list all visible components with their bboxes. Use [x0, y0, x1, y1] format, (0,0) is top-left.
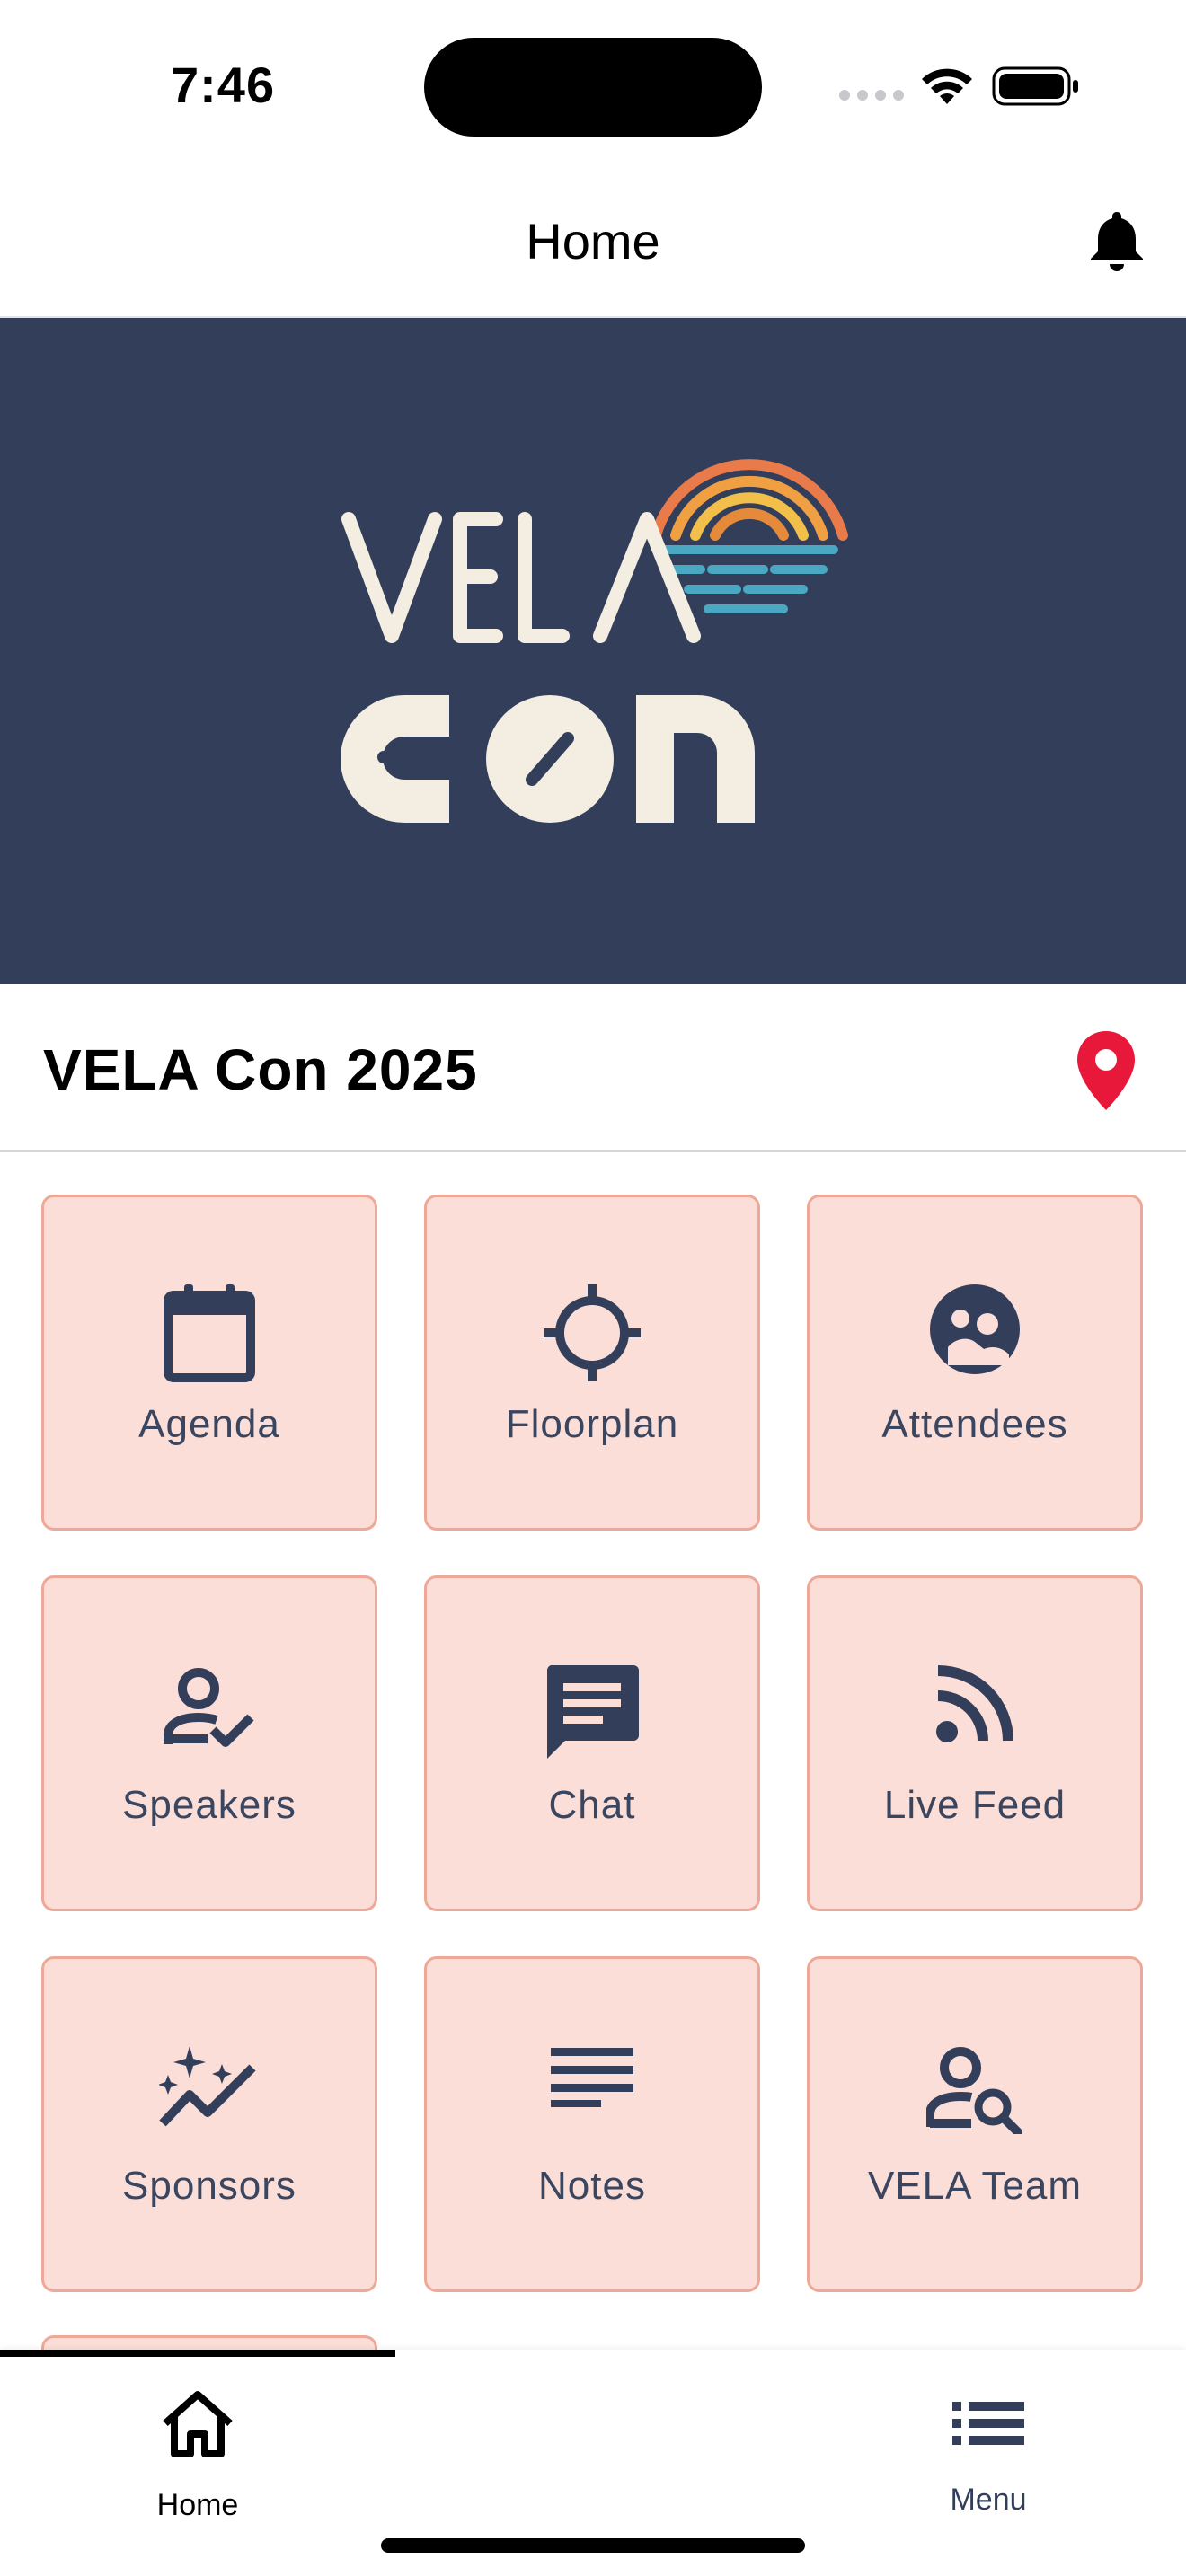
- status-bar: 7:46: [0, 0, 1186, 171]
- tile-label: Attendees: [881, 1402, 1068, 1446]
- location-pin-icon[interactable]: [1075, 1029, 1137, 1112]
- tile-floorplan[interactable]: Floorplan: [424, 1195, 760, 1531]
- tab-label: Menu: [950, 2483, 1027, 2517]
- tile-label: VELA Team: [867, 2164, 1083, 2208]
- tile-label: Sponsors: [122, 2164, 296, 2208]
- event-header: VELA Con 2025: [0, 984, 1186, 1152]
- tile-label: Notes: [538, 2164, 646, 2208]
- list-icon: [952, 2402, 1024, 2445]
- tile-label: Speakers: [122, 1783, 296, 1827]
- tab-menu[interactable]: Menu: [791, 2350, 1186, 2538]
- tile-label: Chat: [548, 1783, 636, 1827]
- tile-vela-team[interactable]: VELA Team: [807, 1956, 1143, 2292]
- bell-icon[interactable]: [1087, 208, 1146, 273]
- person-search-icon: [926, 2047, 1022, 2134]
- status-time: 7:46: [171, 57, 276, 113]
- tile-attendees[interactable]: Attendees: [807, 1195, 1143, 1531]
- home-indicator[interactable]: [381, 2538, 805, 2553]
- tile-notes[interactable]: Notes: [424, 1956, 760, 2292]
- chat-icon: [546, 1665, 639, 1759]
- tile-sponsors[interactable]: Sponsors: [41, 1956, 377, 2292]
- event-title: VELA Con 2025: [43, 1037, 478, 1102]
- page-title: Home: [526, 213, 660, 269]
- face-icon: [930, 1284, 1020, 1374]
- tile-label: Agenda: [138, 1402, 280, 1446]
- tile-label: Floorplan: [505, 1402, 679, 1446]
- nav-header: Home: [0, 171, 1186, 318]
- tile-agenda[interactable]: Agenda: [41, 1195, 377, 1531]
- event-banner: [0, 318, 1186, 984]
- tile-speakers[interactable]: Speakers: [41, 1575, 377, 1911]
- person-check-icon: [164, 1668, 254, 1747]
- home-icon: [163, 2391, 233, 2457]
- tile-chat[interactable]: Chat: [424, 1575, 760, 1911]
- calendar-icon: [164, 1284, 255, 1382]
- signal-icon: [839, 90, 904, 101]
- tile-live-feed[interactable]: Live Feed: [807, 1575, 1143, 1911]
- tile-label: Live Feed: [883, 1783, 1067, 1827]
- battery-icon: [992, 66, 1078, 106]
- tab-home[interactable]: Home: [0, 2350, 395, 2538]
- sparkle-trend-icon: [159, 2046, 256, 2127]
- app-screen: 7:46 Home VELA Con 2025 Agenda Floorplan…: [0, 0, 1186, 2576]
- tab-label: Home: [156, 2488, 239, 2522]
- rss-icon: [936, 1665, 1013, 1742]
- dynamic-island: [424, 38, 762, 137]
- crosshair-icon: [544, 1284, 641, 1381]
- wifi-icon: [922, 68, 972, 104]
- notes-icon: [551, 2048, 633, 2107]
